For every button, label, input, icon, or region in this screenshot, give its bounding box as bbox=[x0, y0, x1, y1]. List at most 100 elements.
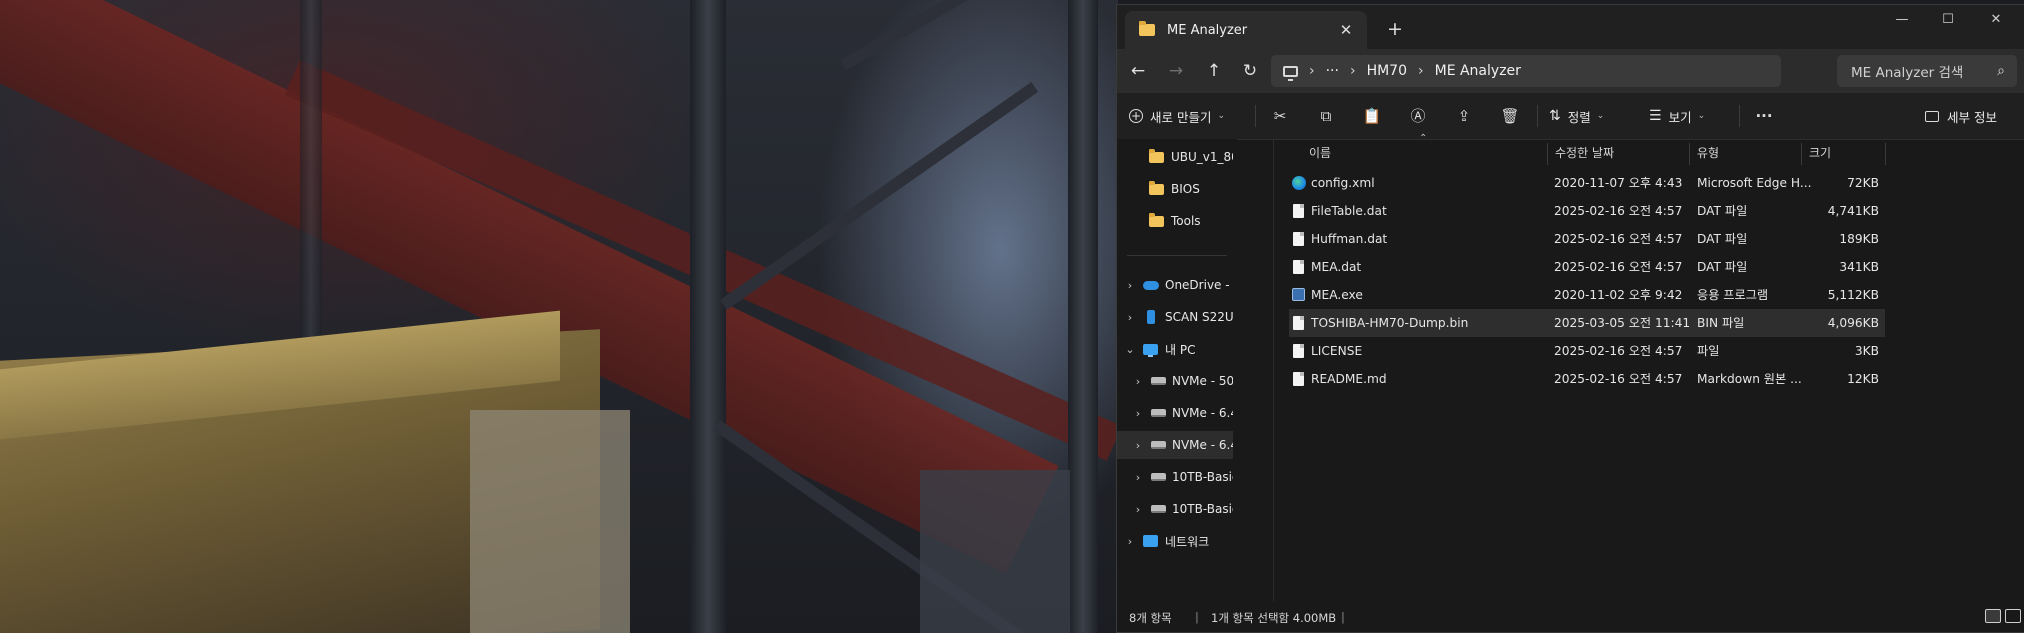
file-date: 2025-02-16 오전 4:57 bbox=[1554, 344, 1683, 358]
tiles-view-icon[interactable] bbox=[2005, 609, 2021, 623]
file-name: MEA.dat bbox=[1311, 260, 1362, 274]
search-box[interactable]: ME Analyzer 검색 ⌕ bbox=[1837, 55, 2017, 87]
share-icon[interactable]: ⇪ bbox=[1449, 101, 1479, 131]
tab-me-analyzer[interactable]: ME Analyzer ✕ bbox=[1125, 11, 1367, 49]
sidebar-item-10tb-1[interactable]: › 10TB-Basic-Ac bbox=[1117, 463, 1233, 491]
breadcrumb-hm70[interactable]: HM70 bbox=[1367, 63, 1407, 79]
sidebar-divider bbox=[1127, 255, 1227, 256]
chevron-right-icon[interactable]: › bbox=[1123, 311, 1137, 324]
tab-close-button[interactable]: ✕ bbox=[1335, 21, 1357, 39]
chevron-right-icon[interactable]: › bbox=[1131, 439, 1145, 452]
sidebar-item-nvme-6tb-2[interactable]: › NVMe - 6.4TB bbox=[1117, 431, 1233, 459]
file-date: 2020-11-02 오후 9:42 bbox=[1554, 288, 1683, 302]
column-header-size[interactable]: 크기 bbox=[1809, 139, 1879, 167]
sidebar-item-this-pc[interactable]: ⌄ 내 PC bbox=[1117, 335, 1233, 363]
up-button[interactable]: ↑ bbox=[1199, 57, 1229, 85]
address-bar[interactable]: › ··· › HM70 › ME Analyzer bbox=[1271, 55, 1781, 87]
file-name: FileTable.dat bbox=[1311, 204, 1387, 218]
drive-icon bbox=[1151, 409, 1166, 417]
sidebar-item-nvme-6tb-1[interactable]: › NVMe - 6.4TB bbox=[1117, 399, 1233, 427]
cloud-icon bbox=[1143, 280, 1159, 290]
window-close-button[interactable]: ✕ bbox=[1973, 5, 2019, 37]
sidebar-item-label: OneDrive - kon bbox=[1165, 278, 1233, 292]
sidebar-item-ubu[interactable]: UBU_v1_80_b1 bbox=[1117, 143, 1233, 171]
file-date: 2025-02-16 오전 4:57 bbox=[1554, 260, 1683, 274]
sidebar-item-onedrive[interactable]: › OneDrive - kon bbox=[1117, 271, 1233, 299]
chevron-down-icon: ⌄ bbox=[1596, 111, 1605, 121]
back-button[interactable]: ← bbox=[1123, 57, 1153, 85]
column-header-name[interactable]: 이름 bbox=[1309, 139, 1539, 167]
column-divider[interactable] bbox=[1547, 143, 1548, 165]
folder-icon bbox=[1149, 148, 1164, 163]
file-row-license[interactable]: LICENSE 2025-02-16 오전 4:57 파일 3KB bbox=[1289, 337, 1885, 365]
cut-icon[interactable]: ✂ bbox=[1265, 101, 1295, 131]
chevron-down-icon[interactable]: ⌄ bbox=[1123, 343, 1137, 356]
column-header-date[interactable]: 수정한 날짜 bbox=[1555, 139, 1695, 167]
sidebar-item-tools[interactable]: Tools bbox=[1117, 207, 1233, 235]
sidebar-item-network[interactable]: › 네트워크 bbox=[1117, 527, 1233, 555]
file-type: DAT 파일 bbox=[1697, 260, 1748, 274]
selection-info: 1개 항목 선택함 4.00MB bbox=[1211, 611, 1337, 625]
file-row-readme-md[interactable]: README.md 2025-02-16 오전 4:57 Markdown 원본… bbox=[1289, 365, 1885, 393]
delete-icon[interactable]: 🗑 bbox=[1495, 101, 1525, 131]
view-button[interactable]: ☰ 보기 ⌄ bbox=[1649, 101, 1705, 131]
file-icon bbox=[1293, 204, 1304, 218]
breadcrumb-more-button[interactable]: ··· bbox=[1326, 63, 1339, 79]
sidebar-item-label: NVMe - 6.4TB bbox=[1172, 438, 1233, 452]
sidebar-item-label: UBU_v1_80_b1 bbox=[1171, 150, 1233, 164]
details-view-icon[interactable] bbox=[1985, 609, 2001, 623]
minimize-button[interactable]: — bbox=[1879, 5, 1925, 37]
sort-button[interactable]: ⇅ 정렬 ⌄ bbox=[1549, 101, 1604, 131]
column-divider[interactable] bbox=[1801, 143, 1802, 165]
drive-icon bbox=[1151, 505, 1166, 513]
sidebar-item-10tb-2[interactable]: › 10TB-Basic-Ac bbox=[1117, 495, 1233, 523]
sidebar-item-scan-s22u[interactable]: › SCAN S22U bbox=[1117, 303, 1233, 331]
tab-title: ME Analyzer bbox=[1167, 22, 1248, 38]
view-icon: ☰ bbox=[1649, 108, 1662, 124]
maximize-button[interactable]: ☐ bbox=[1925, 5, 1971, 37]
chevron-right-icon[interactable]: › bbox=[1123, 279, 1137, 292]
refresh-button[interactable]: ↻ bbox=[1235, 57, 1265, 85]
file-row-config-xml[interactable]: config.xml 2020-11-07 오후 4:43 Microsoft … bbox=[1289, 169, 1885, 197]
folder-icon bbox=[1149, 180, 1164, 195]
file-size: 341KB bbox=[1839, 260, 1879, 274]
chevron-right-icon[interactable]: › bbox=[1131, 407, 1145, 420]
file-icon bbox=[1293, 372, 1304, 386]
column-divider[interactable] bbox=[1885, 143, 1886, 165]
chevron-right-icon[interactable]: › bbox=[1131, 503, 1145, 516]
file-size: 189KB bbox=[1839, 232, 1879, 246]
file-list: ⌃ 이름 수정한 날짜 유형 크기 config.xml 2020-11-07 … bbox=[1277, 133, 2024, 601]
chevron-right-icon: › bbox=[1418, 63, 1424, 79]
sidebar-item-label: Tools bbox=[1171, 214, 1201, 228]
chevron-right-icon[interactable]: › bbox=[1131, 375, 1145, 388]
new-tab-button[interactable]: + bbox=[1381, 15, 1409, 43]
rename-icon[interactable]: Ⓐ bbox=[1403, 101, 1433, 131]
file-row-mea-dat[interactable]: MEA.dat 2025-02-16 오전 4:57 DAT 파일 341KB bbox=[1289, 253, 1885, 281]
sidebar-item-bios[interactable]: BIOS bbox=[1117, 175, 1233, 203]
chevron-right-icon[interactable]: › bbox=[1123, 535, 1137, 548]
more-options-icon[interactable]: ··· bbox=[1749, 101, 1779, 131]
file-row-mea-exe[interactable]: MEA.exe 2020-11-02 오후 9:42 응용 프로그램 5,112… bbox=[1289, 281, 1885, 309]
column-divider[interactable] bbox=[1689, 143, 1690, 165]
new-button[interactable]: + 새로 만들기 ⌄ bbox=[1129, 101, 1225, 131]
file-row-toshiba-dump[interactable]: TOSHIBA-HM70-Dump.bin 2025-03-05 오전 11:4… bbox=[1289, 309, 1885, 337]
details-pane-button[interactable]: 세부 정보 bbox=[1925, 101, 1997, 131]
file-row-filetable-dat[interactable]: FileTable.dat 2025-02-16 오전 4:57 DAT 파일 … bbox=[1289, 197, 1885, 225]
paste-icon[interactable]: 📋 bbox=[1357, 101, 1387, 131]
file-date: 2025-02-16 오전 4:57 bbox=[1554, 204, 1683, 218]
chevron-down-icon: ⌄ bbox=[1697, 111, 1706, 121]
forward-button[interactable]: → bbox=[1161, 57, 1191, 85]
column-header-type[interactable]: 유형 bbox=[1697, 139, 1807, 167]
chevron-down-icon: ⌄ bbox=[1217, 111, 1226, 121]
copy-icon[interactable]: ⧉ bbox=[1311, 101, 1341, 131]
chevron-right-icon[interactable]: › bbox=[1131, 471, 1145, 484]
file-type: 응용 프로그램 bbox=[1697, 288, 1769, 302]
item-count: 8개 항목 bbox=[1129, 611, 1172, 625]
plus-circle-icon: + bbox=[1129, 109, 1143, 123]
sort-label: 정렬 bbox=[1567, 109, 1591, 125]
file-size: 3KB bbox=[1854, 344, 1879, 358]
breadcrumb-me-analyzer[interactable]: ME Analyzer bbox=[1435, 63, 1521, 79]
pane-splitter[interactable] bbox=[1273, 139, 1274, 601]
file-row-huffman-dat[interactable]: Huffman.dat 2025-02-16 오전 4:57 DAT 파일 18… bbox=[1289, 225, 1885, 253]
sidebar-item-nvme-500g[interactable]: › NVMe - 500G bbox=[1117, 367, 1233, 395]
